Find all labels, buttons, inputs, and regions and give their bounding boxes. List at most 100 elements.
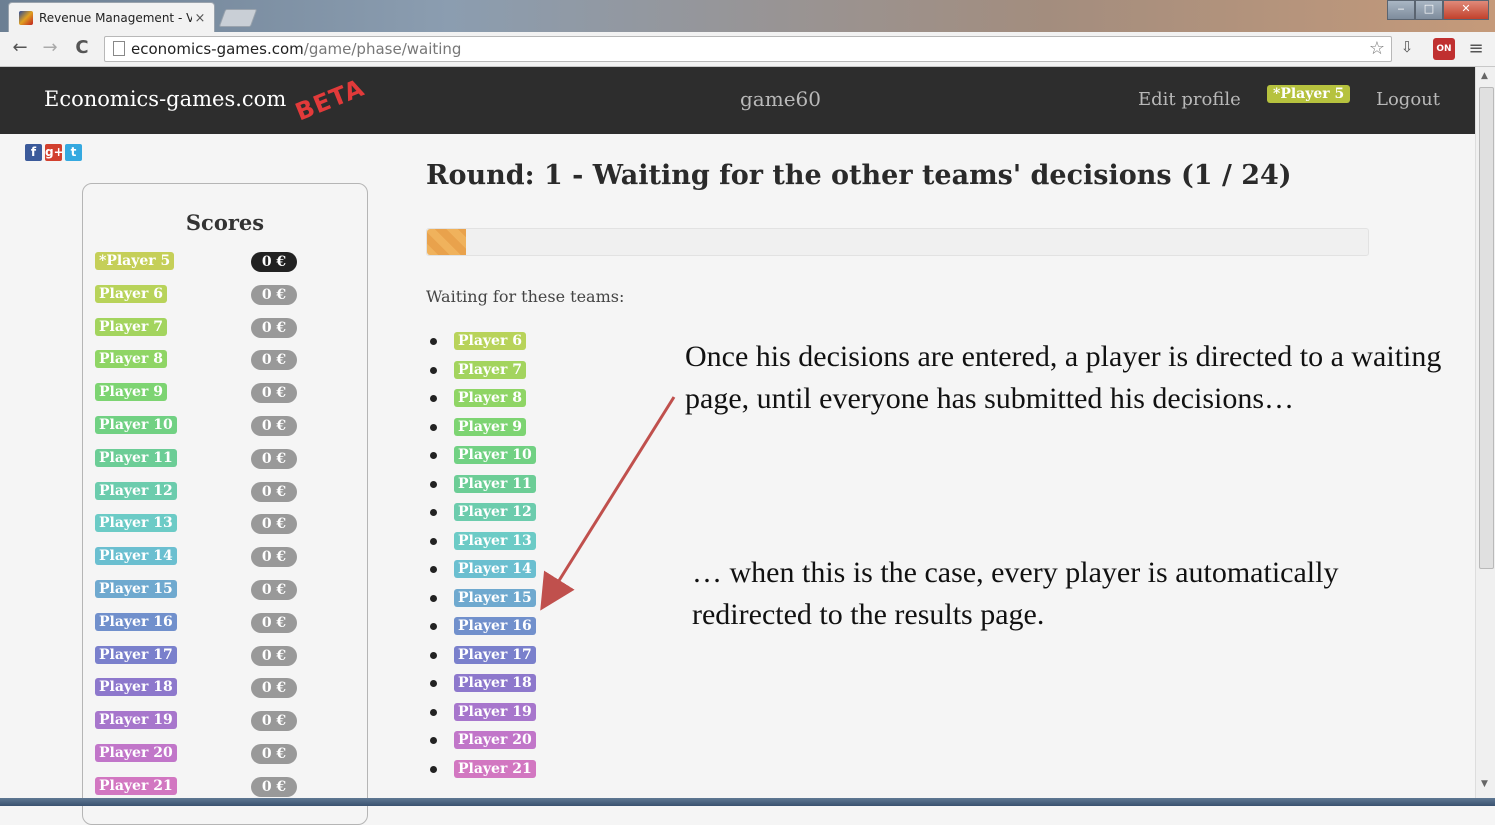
player-label: Player 9: [95, 383, 167, 402]
player-label: Player 16: [95, 612, 177, 631]
scroll-down-icon[interactable]: ▼: [1481, 779, 1488, 789]
player-label: Player 14: [95, 547, 177, 566]
menu-icon[interactable]: ≡: [1465, 38, 1487, 60]
bullet-icon: [430, 708, 437, 716]
player-label: Player 14: [454, 560, 536, 578]
forward-arrow-icon[interactable]: →: [38, 36, 62, 60]
window-controls: ‒ □ ✕: [1387, 0, 1489, 20]
bullet-icon: [430, 366, 437, 374]
round-progress-bar: [426, 228, 1369, 256]
score-row: Player 11 0 €: [95, 448, 365, 469]
scroll-up-icon[interactable]: ▲: [1481, 71, 1488, 81]
player-label: Player 8: [454, 389, 526, 407]
waiting-label: Waiting for these teams:: [426, 287, 625, 306]
score-badge: 0 €: [251, 744, 297, 764]
url-path: /game/phase/waiting: [303, 40, 462, 58]
score-badge: 0 €: [251, 252, 297, 272]
score-row: Player 18 0 €: [95, 678, 365, 699]
score-badge: 0 €: [251, 547, 297, 568]
url-host: economics-games.com: [131, 40, 304, 58]
reload-icon[interactable]: C: [70, 36, 94, 60]
player-label: Player 15: [95, 580, 177, 598]
close-window-button[interactable]: ✕: [1443, 0, 1489, 20]
player-label: Player 12: [454, 503, 536, 521]
score-row: Player 12 0 €: [95, 481, 365, 502]
bookmark-star-icon[interactable]: ☆: [1369, 37, 1385, 61]
player-label: Player 10: [95, 416, 177, 434]
player-label: Player 7: [95, 317, 167, 336]
annotation-text-1: Once his decisions are entered, a player…: [685, 340, 1442, 415]
extension-download-icon[interactable]: ⇩: [1396, 38, 1418, 60]
player-label: Player 18: [95, 678, 177, 697]
twitter-icon[interactable]: t: [65, 144, 82, 161]
score-badge: 0 €: [251, 711, 297, 732]
score-row: Player 9 0 €: [95, 383, 365, 404]
score-row: Player 17 0 €: [95, 645, 365, 666]
player-label: Player 19: [454, 702, 536, 721]
score-row: Player 16 0 €: [95, 612, 365, 633]
bullet-icon: [430, 566, 437, 573]
facebook-icon[interactable]: f: [25, 144, 42, 161]
new-tab-button[interactable]: [218, 9, 258, 27]
scores-panel: Scores *Player 5 0 € Player 6 0 € Player 7 0 …: [82, 183, 368, 825]
player-label: Player 21: [454, 759, 536, 778]
score-row: Player 10 0 €: [95, 416, 365, 436]
player-label: Player 13: [95, 514, 177, 533]
minimize-button[interactable]: ‒: [1387, 0, 1415, 20]
score-row: Player 8 0 €: [95, 350, 365, 371]
os-taskbar: [0, 798, 1495, 806]
score-badge: 0 €: [251, 514, 297, 535]
back-arrow-icon[interactable]: ←: [8, 36, 32, 60]
bullet-icon: [430, 480, 437, 488]
scroll-thumb[interactable]: [1479, 87, 1494, 569]
player-label: Player 13: [454, 531, 536, 550]
score-row: Player 15 0 €: [95, 580, 365, 600]
player-label: Player 15: [454, 588, 536, 607]
current-player-badge: *Player 5: [1267, 85, 1351, 103]
score-badge: 0 €: [251, 317, 297, 338]
score-badge: 0 €: [251, 678, 297, 699]
tab-title: Revenue Management - V: [39, 11, 192, 25]
address-bar[interactable]: economics-games.com/game/phase/waiting ☆: [104, 36, 1392, 62]
score-badge: 0 €: [251, 776, 297, 797]
maximize-button[interactable]: □: [1415, 0, 1443, 20]
score-row: Player 21 0 €: [95, 776, 365, 797]
player-label: Player 17: [454, 645, 536, 664]
player-label: Player 10: [454, 446, 536, 464]
score-badge: 0 €: [251, 580, 297, 600]
score-badge: 0 €: [251, 284, 297, 305]
player-label: Player 11: [95, 448, 177, 467]
edit-profile-link[interactable]: Edit profile: [1138, 89, 1241, 110]
arrow-line: [540, 396, 676, 611]
logout-link[interactable]: Logout: [1376, 89, 1440, 110]
browser-tab[interactable]: Revenue Management - V ×: [8, 2, 215, 33]
bullet-icon: [430, 594, 437, 602]
score-badge: 0 €: [251, 416, 297, 436]
page-icon: [113, 41, 125, 56]
bullet-icon: [430, 680, 437, 687]
player-label: Player 21: [95, 776, 177, 795]
bullet-icon: [430, 651, 437, 659]
player-label: Player 18: [454, 674, 536, 692]
google-plus-icon[interactable]: g+: [45, 144, 64, 161]
window-titlebar: Revenue Management - V × ‒ □ ✕: [0, 0, 1495, 33]
site-navbar: Economics-games.com game60 Edit profile …: [0, 67, 1475, 134]
page-scrollbar[interactable]: ▲ ▼: [1475, 67, 1495, 798]
tab-close-icon[interactable]: ×: [192, 11, 208, 26]
social-share: f g+ t: [25, 144, 82, 161]
score-row: Player 20 0 €: [95, 744, 365, 764]
scores-title: Scores: [185, 210, 265, 235]
game-name: game60: [740, 87, 821, 111]
player-label: Player 6: [454, 332, 526, 350]
score-row: Player 19 0 €: [95, 711, 365, 732]
favicon-icon: [19, 11, 33, 25]
player-label: Player 17: [95, 645, 177, 664]
player-label: Player 6: [95, 284, 167, 303]
progress-fill: [427, 229, 467, 255]
player-label: Player 19: [95, 711, 177, 730]
score-row: Player 7 0 €: [95, 317, 365, 338]
score-row: Player 13 0 €: [95, 514, 365, 535]
brand-link[interactable]: Economics-games.com: [44, 87, 286, 111]
score-row: Player 6 0 €: [95, 284, 365, 305]
extension-on-icon[interactable]: ON: [1433, 38, 1455, 60]
